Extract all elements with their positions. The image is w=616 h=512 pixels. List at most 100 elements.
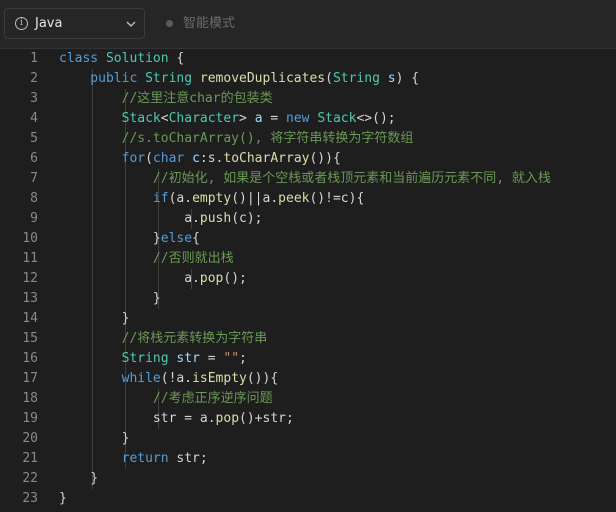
code-token: (a. bbox=[168, 191, 193, 206]
code-line[interactable]: a.pop(); bbox=[59, 269, 247, 289]
code-line[interactable]: //否则就出栈 bbox=[59, 249, 234, 269]
line-number: 9 bbox=[30, 211, 38, 226]
line-number: 19 bbox=[22, 411, 38, 426]
code-token: ()){ bbox=[246, 371, 279, 386]
code-line[interactable]: } bbox=[59, 469, 98, 489]
code-token: Stack bbox=[317, 111, 357, 126]
code-token: (); bbox=[223, 271, 247, 286]
line-number: 8 bbox=[30, 191, 38, 206]
code-token: "" bbox=[223, 351, 240, 366]
code-line[interactable]: } bbox=[59, 429, 130, 449]
code-line[interactable]: Stack<Character> a = new Stack<>(); bbox=[59, 109, 396, 129]
code-token: //s.toCharArray(), 将字符串转换为字符数组 bbox=[59, 131, 414, 146]
code-line[interactable]: str = a.pop()+str; bbox=[59, 409, 294, 429]
language-select-label: Java bbox=[35, 16, 63, 31]
code-token: char bbox=[152, 151, 193, 166]
code-token: ()+str; bbox=[239, 411, 294, 426]
code-token: empty bbox=[192, 191, 232, 206]
line-number: 18 bbox=[22, 391, 38, 406]
line-number: 22 bbox=[22, 471, 38, 486]
code-line[interactable]: } bbox=[59, 489, 67, 509]
line-number: 13 bbox=[22, 291, 38, 306]
line-number: 12 bbox=[22, 271, 38, 286]
code-token: } bbox=[59, 231, 161, 246]
mode-indicator-dot bbox=[166, 20, 173, 27]
code-token: peek bbox=[278, 191, 310, 206]
code-token: if bbox=[59, 191, 169, 206]
code-token: s bbox=[387, 71, 396, 86]
code-line[interactable]: for(char c:s.toCharArray()){ bbox=[59, 149, 341, 169]
code-token: new bbox=[286, 111, 318, 126]
line-number: 17 bbox=[22, 371, 38, 386]
code-line[interactable]: while(!a.isEmpty()){ bbox=[59, 369, 279, 389]
code-token: removeDuplicates bbox=[199, 71, 326, 86]
code-token: pop bbox=[215, 411, 240, 426]
code-token: { bbox=[192, 231, 200, 246]
code-token: str bbox=[176, 351, 200, 366]
code-token: String bbox=[121, 351, 177, 366]
line-number: 2 bbox=[30, 71, 38, 86]
line-number: 7 bbox=[30, 171, 38, 186]
line-number: 15 bbox=[22, 331, 38, 346]
code-token: ( bbox=[145, 151, 153, 166]
code-editor[interactable]: 1 2 3 4 5 6 7 8 9 10 11 12 13 14 15 16 17 18 19 20 21 22 23 cl… bbox=[0, 49, 616, 512]
code-token: } bbox=[59, 311, 130, 326]
code-token: > bbox=[239, 111, 255, 126]
code-token: } bbox=[59, 291, 161, 306]
code-token: { bbox=[168, 51, 185, 66]
code-token: Stack bbox=[121, 111, 161, 126]
code-token: else bbox=[160, 231, 193, 246]
line-number: 3 bbox=[30, 91, 38, 106]
editor-toolbar: i Java 智能模式 bbox=[0, 0, 616, 49]
code-line[interactable]: //初始化, 如果是个空栈或者栈顶元素和当前遍历元素不同, 就入栈 bbox=[59, 169, 551, 189]
code-line[interactable]: String str = ""; bbox=[59, 349, 247, 369]
code-line[interactable]: //这里注意char的包装类 bbox=[59, 89, 273, 109]
code-line[interactable]: }else{ bbox=[59, 229, 200, 249]
info-icon: i bbox=[15, 17, 28, 30]
line-number: 16 bbox=[22, 351, 38, 366]
line-number: 5 bbox=[30, 131, 38, 146]
code-token: isEmpty bbox=[192, 371, 247, 386]
code-token: ()){ bbox=[309, 151, 341, 166]
code-line[interactable]: //s.toCharArray(), 将字符串转换为字符数组 bbox=[59, 129, 414, 149]
code-token: while bbox=[59, 371, 161, 386]
code-token: :s. bbox=[199, 151, 224, 166]
code-token: <>(); bbox=[356, 111, 396, 126]
chevron-down-icon bbox=[126, 21, 136, 27]
code-token: ( bbox=[325, 71, 333, 86]
code-token: //否则就出栈 bbox=[59, 251, 234, 266]
code-line[interactable]: //考虑正序逆序问题 bbox=[59, 389, 273, 409]
code-token: } bbox=[59, 471, 99, 486]
language-select[interactable]: i Java bbox=[4, 8, 145, 39]
code-token: = bbox=[262, 111, 287, 126]
code-line[interactable]: //将栈元素转换为字符串 bbox=[59, 329, 268, 349]
code-token: //这里注意char的包装类 bbox=[59, 91, 273, 106]
code-token: String bbox=[332, 71, 388, 86]
code-line[interactable]: } bbox=[59, 289, 161, 309]
code-token: String bbox=[145, 71, 200, 86]
code-token: //将栈元素转换为字符串 bbox=[59, 331, 268, 346]
code-line[interactable]: } bbox=[59, 309, 130, 329]
code-token: push bbox=[199, 211, 232, 226]
code-token: pop bbox=[199, 271, 224, 286]
smart-mode-toggle[interactable]: 智能模式 bbox=[183, 15, 235, 33]
code-token: for bbox=[59, 151, 146, 166]
code-line[interactable]: if(a.empty()||a.peek()!=c){ bbox=[59, 189, 364, 209]
code-token: str; bbox=[176, 451, 208, 466]
code-line[interactable]: class Solution { bbox=[59, 49, 184, 69]
line-number: 14 bbox=[22, 311, 38, 326]
code-token: //考虑正序逆序问题 bbox=[59, 391, 273, 406]
code-line[interactable]: a.push(c); bbox=[59, 209, 262, 229]
line-number: 20 bbox=[22, 431, 38, 446]
line-number: 23 bbox=[22, 491, 38, 506]
code-token: ) { bbox=[395, 71, 420, 86]
code-token: toCharArray bbox=[223, 151, 310, 166]
line-number: 4 bbox=[30, 111, 38, 126]
code-token: //初始化, 如果是个空栈或者栈顶元素和当前遍历元素不同, 就入栈 bbox=[59, 171, 551, 186]
code-token: (!a. bbox=[160, 371, 193, 386]
code-line[interactable]: return str; bbox=[59, 449, 208, 469]
code-line[interactable]: public String removeDuplicates(String s)… bbox=[59, 69, 419, 89]
code-token: str = a. bbox=[59, 411, 216, 426]
